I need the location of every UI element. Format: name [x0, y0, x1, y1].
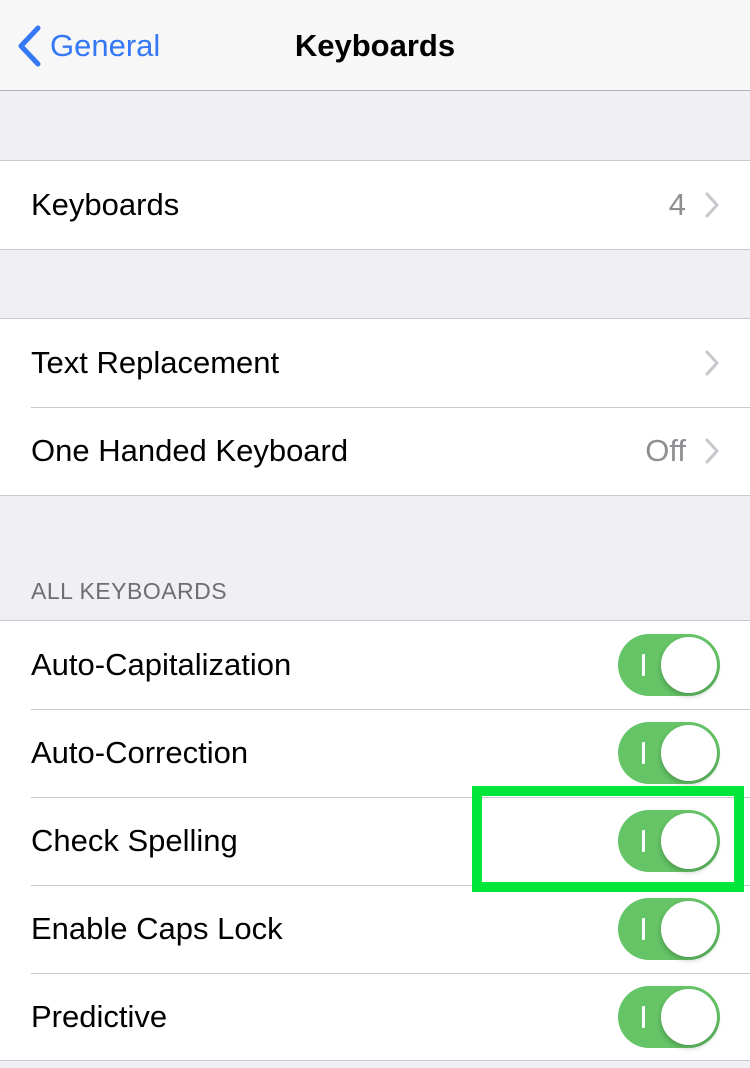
one-handed-keyboard-row[interactable]: One Handed Keyboard Off: [0, 407, 750, 495]
row-label: Enable Caps Lock: [31, 911, 283, 946]
on-indicator-icon: [642, 742, 645, 764]
auto-correction-row: Auto-Correction: [0, 709, 750, 797]
enable-caps-lock-row: Enable Caps Lock: [0, 885, 750, 973]
auto-capitalization-row: Auto-Capitalization: [0, 621, 750, 709]
toggle-knob: [661, 813, 717, 869]
row-label: Auto-Capitalization: [31, 647, 292, 682]
toggle-knob: [661, 725, 717, 781]
row-label: Keyboards: [31, 187, 180, 222]
text-group: Text Replacement One Handed Keyboard Off: [0, 318, 750, 496]
auto-correction-toggle[interactable]: [618, 722, 720, 784]
row-label: Text Replacement: [31, 345, 280, 380]
auto-capitalization-toggle[interactable]: [618, 634, 720, 696]
page-title: Keyboards: [294, 28, 456, 63]
predictive-toggle[interactable]: [618, 985, 720, 1048]
toggle-knob: [661, 637, 717, 693]
chevron-right-icon: [705, 438, 719, 464]
enable-caps-lock-toggle[interactable]: [618, 898, 720, 960]
section-header: ALL KEYBOARDS: [31, 578, 228, 604]
on-indicator-icon: [642, 1005, 645, 1028]
keyboards-row[interactable]: Keyboards 4: [0, 161, 750, 249]
check-spelling-row: Check Spelling: [0, 797, 750, 885]
on-indicator-icon: [642, 918, 645, 940]
chevron-right-icon: [705, 350, 719, 376]
toggle-knob: [661, 901, 717, 957]
row-value: 4: [668, 187, 686, 222]
toggle-knob: [661, 988, 717, 1045]
row-label: Auto-Correction: [31, 735, 249, 770]
text-replacement-row[interactable]: Text Replacement: [0, 319, 750, 407]
predictive-row: Predictive: [0, 973, 750, 1061]
check-spelling-toggle[interactable]: [618, 810, 720, 872]
row-label: Check Spelling: [31, 823, 238, 858]
row-label: Predictive: [31, 998, 168, 1034]
on-indicator-icon: [642, 830, 645, 852]
chevron-right-icon: [705, 192, 719, 218]
row-label: One Handed Keyboard: [31, 433, 349, 468]
on-indicator-icon: [642, 654, 645, 676]
keyboards-group: Keyboards 4: [0, 160, 750, 250]
row-value: Off: [645, 433, 686, 468]
navigation-bar: General Keyboards: [0, 0, 750, 91]
all-keyboards-group: Auto-Capitalization Auto-Correction Chec…: [0, 620, 750, 1061]
